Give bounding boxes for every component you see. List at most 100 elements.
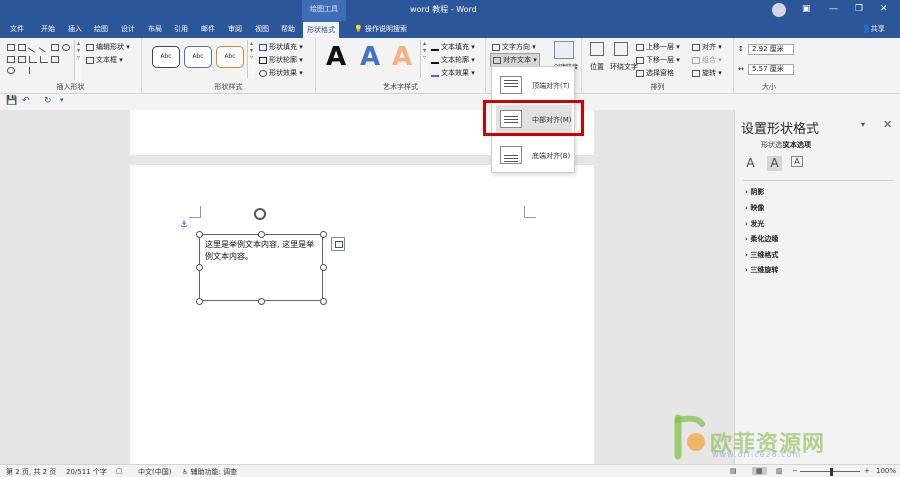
tab-home[interactable]: 开始: [41, 24, 55, 34]
zoom-out-icon[interactable]: −: [792, 467, 798, 475]
section-glow[interactable]: › 发光: [745, 219, 764, 229]
undo-icon[interactable]: ↶: [22, 96, 30, 106]
shape-triangle-icon[interactable]: [18, 56, 26, 63]
accessibility-status[interactable]: ♿ 辅助功能: 调查: [182, 467, 237, 477]
pane-options-icon[interactable]: ▾: [861, 120, 865, 129]
menu-item-align-top[interactable]: 顶端对齐(T): [496, 71, 572, 99]
tab-review[interactable]: 审阅: [228, 24, 242, 34]
create-link-icon[interactable]: [554, 41, 574, 59]
shape-star-icon[interactable]: [40, 67, 48, 74]
shape-brace-icon[interactable]: [62, 56, 70, 63]
shape-width-input[interactable]: 5.57 厘米: [748, 64, 794, 75]
tab-text-options[interactable]: 文本选项: [783, 140, 811, 150]
layout-options-icon[interactable]: [331, 237, 345, 251]
shape-freeform-icon[interactable]: [51, 56, 59, 63]
shape-scribble-icon[interactable]: [18, 67, 26, 74]
tab-draw[interactable]: 绘图: [94, 24, 108, 34]
section-3d-rotation[interactable]: › 三维旋转: [745, 265, 778, 275]
shape-arrow-icon[interactable]: [38, 42, 50, 53]
wrap-text-icon[interactable]: [614, 42, 628, 56]
wordart-style-black[interactable]: A: [326, 42, 346, 72]
minimize-icon[interactable]: —: [829, 4, 838, 14]
user-avatar[interactable]: [772, 3, 786, 17]
shape-square-icon[interactable]: [51, 44, 59, 51]
shape-effects-button[interactable]: 形状效果 ▾: [259, 68, 303, 78]
restore-icon[interactable]: ❐: [855, 4, 863, 14]
focus-mode-icon[interactable]: ▤: [730, 467, 737, 475]
align-text-button[interactable]: 对齐文本 ▾: [490, 53, 540, 67]
redo-icon[interactable]: ↻: [44, 96, 52, 106]
position-icon[interactable]: [590, 42, 604, 56]
share-button[interactable]: 👤共享: [862, 24, 885, 34]
text-effects-pane-icon[interactable]: A: [767, 156, 782, 171]
bring-forward-button[interactable]: 上移一层 ▾: [636, 42, 680, 52]
word-count[interactable]: 20/511 个字: [66, 467, 107, 477]
zoom-slider-thumb[interactable]: [830, 468, 833, 476]
print-layout-icon[interactable]: ▦: [752, 467, 767, 475]
pane-close-icon[interactable]: ✕: [883, 118, 892, 131]
proofing-icon[interactable]: ▢: [116, 467, 123, 475]
tab-insert[interactable]: 插入: [68, 24, 82, 34]
align-button[interactable]: 对齐 ▾: [692, 42, 722, 52]
tab-layout[interactable]: 布局: [148, 24, 162, 34]
menu-item-align-bottom[interactable]: 底端对齐(B): [496, 141, 572, 169]
textbox-layout-icon[interactable]: A: [791, 156, 803, 167]
text-fill-outline-icon[interactable]: A: [743, 156, 758, 171]
resize-handle-top-right[interactable]: [320, 231, 327, 238]
shape-curly-icon[interactable]: [51, 67, 59, 74]
wrap-text-button[interactable]: 环绕文字: [610, 62, 638, 72]
tab-design[interactable]: 设计: [121, 24, 135, 34]
resize-handle-bottom-right[interactable]: [320, 298, 327, 305]
shape-fill-button[interactable]: 形状填充 ▾: [259, 42, 303, 52]
tab-file[interactable]: 文件: [10, 24, 24, 34]
shape-curve-icon[interactable]: [7, 67, 15, 74]
text-box-content[interactable]: 这里是举例文本内容, 这里是举例文本内容。: [205, 239, 321, 263]
send-backward-button[interactable]: 下移一层 ▾: [636, 55, 680, 65]
wordart-gallery-scroll[interactable]: ▴ ▾ ▿: [420, 40, 428, 78]
group-button[interactable]: 组合 ▾: [692, 55, 722, 65]
tell-me-search[interactable]: 💡 操作说明搜索: [354, 24, 407, 34]
selected-text-box[interactable]: 这里是举例文本内容, 这里是举例文本内容。: [199, 234, 323, 301]
shape-textbox-icon[interactable]: [18, 44, 26, 51]
section-shadow[interactable]: › 阴影: [745, 187, 764, 197]
shape-rectangle-icon[interactable]: [7, 44, 15, 51]
shape-style-2[interactable]: Abc: [184, 46, 212, 68]
zoom-level[interactable]: 100%: [876, 467, 896, 475]
resize-handle-left[interactable]: [196, 264, 203, 271]
text-outline-button[interactable]: 文本轮廓 ▾: [431, 55, 475, 65]
resize-handle-right[interactable]: [320, 264, 327, 271]
wordart-style-orange[interactable]: A: [392, 42, 412, 72]
shape-styles-gallery-scroll[interactable]: ▴ ▾ ▿: [247, 40, 255, 78]
edit-shape-button[interactable]: 编辑形状 ▾: [86, 42, 130, 52]
text-box-button[interactable]: 文本框 ▾: [86, 55, 123, 65]
tab-shape-format[interactable]: 形状格式: [303, 21, 339, 38]
shapes-gallery-scroll[interactable]: ▴ ▾ ▿: [74, 40, 82, 80]
resize-handle-bottom-left[interactable]: [196, 298, 203, 305]
shape-more-icon[interactable]: [62, 67, 70, 74]
section-soft-edges[interactable]: › 柔化边缘: [745, 234, 778, 244]
web-layout-icon[interactable]: ▥: [776, 467, 783, 475]
shape-elbow-arrow-icon[interactable]: [40, 56, 48, 63]
close-window-icon[interactable]: ✕: [880, 4, 888, 14]
section-3d-format[interactable]: › 三维格式: [745, 250, 778, 260]
tab-help[interactable]: 帮助: [281, 24, 295, 34]
language-status[interactable]: 中文(中国): [138, 467, 171, 477]
text-fill-button[interactable]: 文本填充 ▾: [431, 42, 475, 52]
tab-references[interactable]: 引用: [174, 24, 188, 34]
shape-elbow-icon[interactable]: [29, 56, 37, 63]
shape-line-icon[interactable]: [27, 42, 39, 53]
zoom-in-icon[interactable]: +: [864, 467, 870, 475]
wordart-style-blue[interactable]: A: [360, 42, 380, 72]
shape-height-input[interactable]: 2.92 厘米: [748, 44, 794, 55]
rotation-handle-icon[interactable]: [254, 208, 266, 220]
shape-octagon-icon[interactable]: [7, 56, 15, 63]
shape-bracket-icon[interactable]: [29, 67, 37, 74]
tab-view[interactable]: 视图: [255, 24, 269, 34]
ribbon-display-options-icon[interactable]: ▣: [802, 4, 811, 14]
shape-oval-icon[interactable]: [62, 44, 70, 51]
selection-pane-button[interactable]: 选择窗格: [636, 68, 674, 78]
customize-qat-icon[interactable]: ▾: [60, 96, 64, 104]
section-reflection[interactable]: › 映像: [745, 203, 764, 213]
page-count[interactable]: 第 2 页, 共 2 页: [6, 467, 56, 477]
save-icon[interactable]: 💾: [6, 96, 17, 106]
